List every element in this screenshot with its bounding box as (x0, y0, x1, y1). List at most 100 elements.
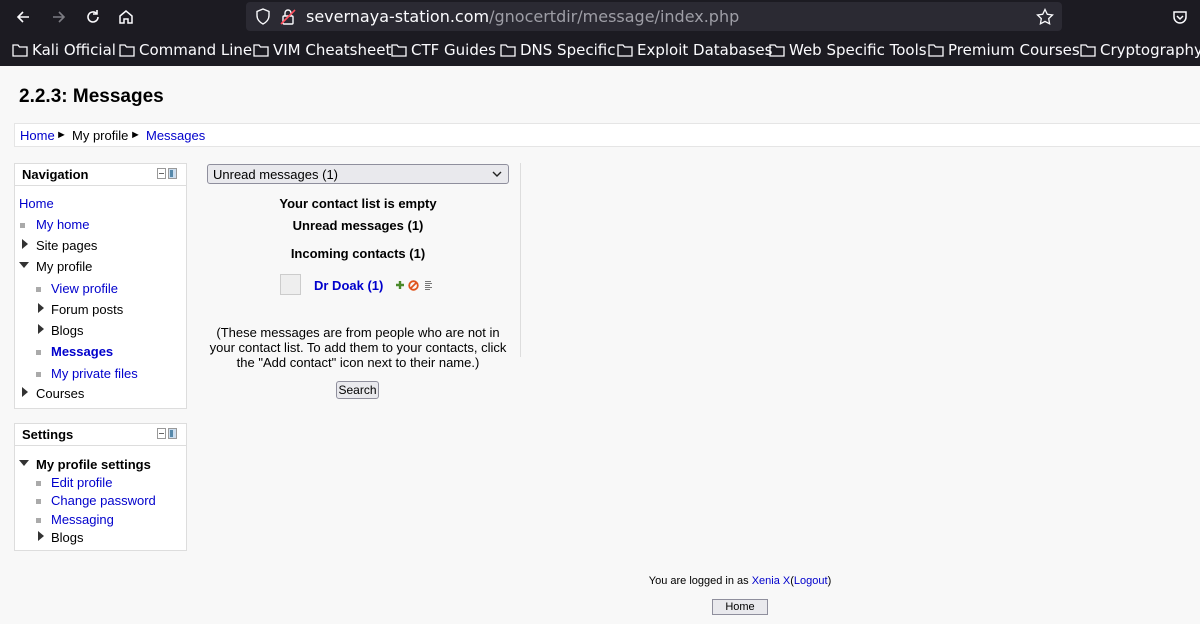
bookmark-label: VIM Cheatsheet (273, 41, 392, 59)
settings-block-header: Settings (15, 424, 186, 446)
search-button[interactable]: Search (336, 381, 379, 399)
collapse-arrow-icon[interactable] (19, 262, 29, 268)
settings-item-my-profile-settings[interactable]: My profile settings (36, 457, 151, 472)
bullet-icon (36, 481, 41, 486)
pocket-icon (1173, 11, 1187, 24)
bookmarks-toolbar: Kali Official Command Line VIM Cheatshee… (0, 38, 1200, 64)
breadcrumb-messages[interactable]: Messages (146, 128, 205, 143)
nav-item-my-private-files[interactable]: My private files (51, 366, 138, 381)
incoming-contacts-heading: Incoming contacts (1) (290, 246, 426, 261)
nav-item-forum-posts[interactable]: Forum posts (51, 302, 123, 317)
bookmark-label: Premium Courses (948, 41, 1080, 59)
settings-item-messaging[interactable]: Messaging (51, 512, 114, 527)
column-divider (520, 163, 521, 357)
unread-messages-heading: Unread messages (1) (292, 218, 424, 233)
dock-block-icon[interactable] (157, 428, 177, 440)
expand-arrow-icon[interactable] (38, 531, 44, 541)
nav-item-site-pages[interactable]: Site pages (36, 238, 97, 253)
nav-item-messages[interactable]: Messages (51, 344, 113, 359)
url-host: severnaya-station.com (306, 7, 490, 26)
reload-button[interactable] (81, 5, 105, 29)
breadcrumb: Home ► My profile ► Messages (14, 123, 1200, 147)
browser-chrome: severnaya-station.com/gnocertdir/message… (0, 0, 1200, 66)
avatar[interactable] (280, 274, 301, 295)
url-bar[interactable]: severnaya-station.com/gnocertdir/message… (246, 2, 1062, 31)
browser-navbar: severnaya-station.com/gnocertdir/message… (0, 0, 1200, 34)
bullet-icon (36, 499, 41, 504)
collapse-arrow-icon[interactable] (19, 460, 29, 466)
reload-icon (87, 10, 99, 23)
folder-icon (391, 44, 407, 57)
nav-item-my-home[interactable]: My home (36, 217, 89, 232)
bookmark-folder[interactable]: Command Line (119, 41, 252, 59)
page-title: 2.2.3: Messages (19, 86, 164, 107)
bookmark-folder[interactable]: Cryptography (1080, 41, 1200, 59)
bullet-icon (36, 518, 41, 523)
settings-block-title: Settings (22, 427, 74, 442)
settings-item-blogs[interactable]: Blogs (51, 530, 84, 545)
bookmark-label: Exploit Databases (637, 41, 773, 59)
message-view-select[interactable]: Unread messages (1) (207, 164, 509, 184)
settings-item-change-password[interactable]: Change password (51, 493, 156, 508)
home-button[interactable] (114, 5, 138, 29)
incoming-contacts-info: (These messages are from people who are … (209, 325, 507, 370)
home-icon (119, 10, 133, 24)
forward-arrow-icon (53, 11, 66, 23)
bookmark-label: DNS Specific (520, 41, 616, 59)
user-link[interactable]: Xenia X (752, 575, 791, 587)
login-info: You are logged in as Xenia X(Logout) (0, 575, 1200, 587)
insecure-lock-icon (280, 9, 296, 25)
bullet-icon (20, 223, 25, 228)
back-button[interactable] (11, 5, 35, 29)
expand-arrow-icon[interactable] (22, 239, 28, 249)
folder-icon (500, 44, 516, 57)
folder-icon (928, 44, 944, 57)
expand-arrow-icon[interactable] (38, 324, 44, 334)
breadcrumb-home[interactable]: Home (20, 128, 55, 143)
nav-item-view-profile[interactable]: View profile (51, 281, 118, 296)
breadcrumb-separator: ► (130, 129, 141, 141)
bullet-icon (36, 350, 41, 355)
nav-item-courses[interactable]: Courses (36, 386, 84, 401)
bookmark-folder[interactable]: Premium Courses (928, 41, 1080, 59)
navigation-block: Navigation Home My home Site pages My pr… (14, 163, 187, 409)
nav-item-home[interactable]: Home (19, 196, 54, 211)
bullet-icon (36, 372, 41, 377)
navigation-block-header: Navigation (15, 164, 186, 186)
bookmark-label: Kali Official (32, 41, 116, 59)
folder-icon (769, 44, 785, 57)
bookmark-folder[interactable]: CTF Guides (391, 41, 496, 59)
add-contact-icon[interactable] (394, 279, 406, 291)
paren-close: ) (827, 575, 832, 587)
bookmark-folder[interactable]: Web Specific Tools (769, 41, 927, 59)
chevron-down-icon (492, 171, 502, 177)
expand-arrow-icon[interactable] (38, 303, 44, 313)
bookmark-star-icon[interactable] (1036, 8, 1054, 26)
logged-in-label: You are logged in as (648, 575, 749, 587)
logout-link[interactable]: Logout (794, 575, 828, 587)
bookmark-label: Cryptography (1100, 41, 1200, 59)
pocket-button[interactable] (1168, 5, 1192, 29)
folder-icon (1080, 44, 1096, 57)
block-contact-icon[interactable] (407, 279, 419, 291)
shield-icon (256, 8, 270, 25)
nav-item-blogs[interactable]: Blogs (51, 323, 84, 338)
contact-list-empty-heading: Your contact list is empty (279, 196, 437, 211)
nav-item-my-profile[interactable]: My profile (36, 259, 92, 274)
settings-item-edit-profile[interactable]: Edit profile (51, 475, 112, 490)
expand-arrow-icon[interactable] (22, 387, 28, 397)
breadcrumb-my-profile: My profile (72, 128, 129, 143)
settings-block: Settings My profile settings Edit profil… (14, 423, 187, 551)
folder-icon (119, 44, 135, 57)
bookmark-folder[interactable]: Kali Official (12, 41, 116, 59)
message-history-icon[interactable] (422, 279, 434, 291)
bookmark-folder[interactable]: VIM Cheatsheet (253, 41, 391, 59)
folder-icon (617, 44, 633, 57)
dock-block-icon[interactable] (157, 168, 177, 180)
forward-button[interactable] (47, 5, 71, 29)
contact-name-link[interactable]: Dr Doak (1) (314, 278, 383, 293)
footer-home-button[interactable]: Home (712, 599, 768, 615)
bookmark-label: CTF Guides (411, 41, 496, 59)
bookmark-folder[interactable]: Exploit Databases (617, 41, 772, 59)
bookmark-folder[interactable]: DNS Specific (500, 41, 615, 59)
